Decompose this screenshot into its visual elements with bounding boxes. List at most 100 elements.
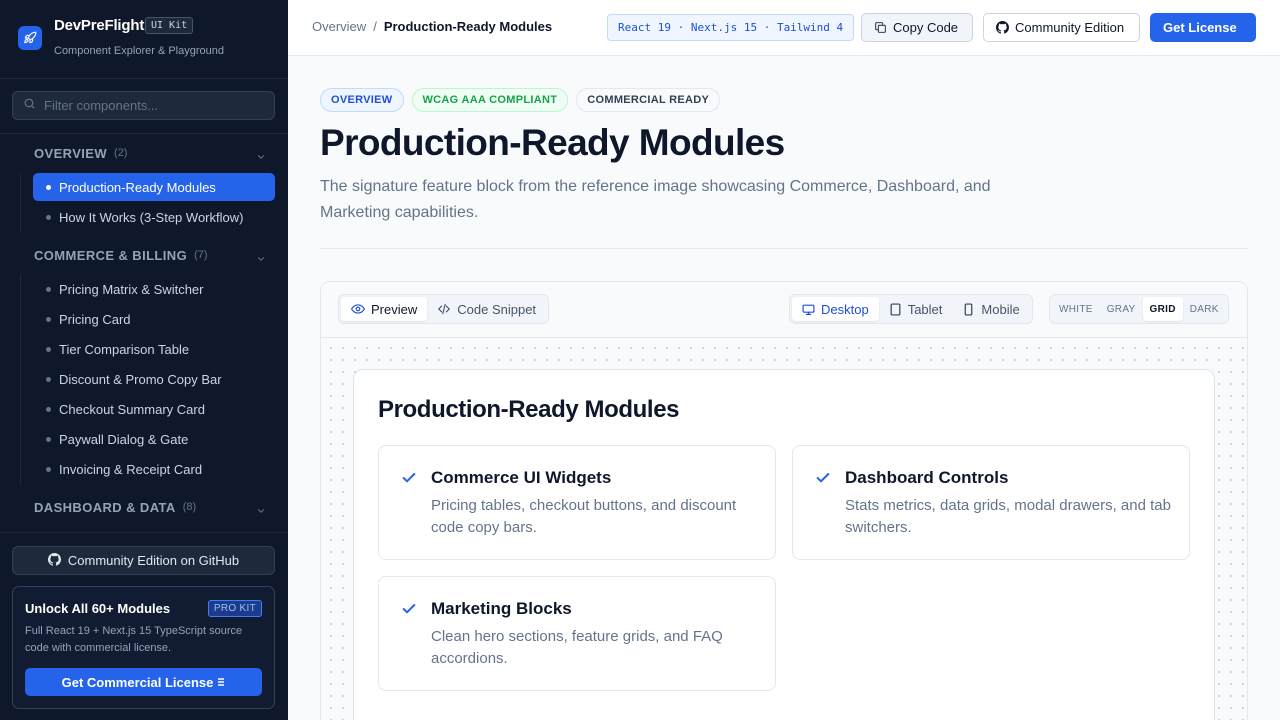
tab-preview[interactable]: Preview — [341, 297, 428, 321]
nav-item-invoicing-receipt[interactable]: Invoicing & Receipt Card — [33, 454, 275, 484]
tag-overview: OVERVIEW — [320, 88, 404, 112]
nav-item-label: Tier Comparison Table — [59, 341, 190, 357]
nav-section-header[interactable]: DASHBOARD & DATA (8) — [0, 488, 288, 526]
device-desktop-label: Desktop — [821, 301, 869, 317]
sidebar-footer: Community Edition on GitHub Unlock All 6… — [0, 532, 288, 720]
pro-description: Full React 19 + Next.js 15 TypeScript so… — [25, 625, 243, 654]
brand-subtitle: Component Explorer & Playground — [54, 45, 224, 57]
code-icon — [437, 302, 457, 316]
feature-title: Commerce UI Widgets — [431, 468, 612, 487]
feature-card-commerce: Commerce UI Widgets Pricing tables, chec… — [378, 445, 776, 560]
check-icon — [401, 470, 417, 491]
nav-item-label: Production-Ready Modules — [59, 179, 216, 195]
nav-item-production-ready-modules[interactable]: Production-Ready Modules — [33, 173, 275, 201]
bullet-icon — [46, 316, 51, 322]
tag-wcag: WCAG AAA COMPLIANT — [411, 88, 569, 112]
device-mobile[interactable]: Mobile — [952, 297, 1029, 321]
filter-box[interactable] — [12, 91, 275, 120]
bullet-icon — [46, 436, 51, 442]
brand-name: DevPreFlight — [54, 17, 145, 34]
filter-area — [0, 79, 288, 134]
nav-list: Pricing Matrix & Switcher Pricing Card T… — [20, 274, 288, 484]
get-license-label: Get License — [1163, 20, 1237, 35]
feature-title: Marketing Blocks — [431, 599, 572, 618]
nav-section-count: (7) — [194, 249, 208, 261]
device-desktop[interactable]: Desktop — [792, 297, 879, 321]
device-tablet[interactable]: Tablet — [879, 297, 953, 321]
nav-item-label: Paywall Dialog & Gate — [59, 431, 189, 447]
nav-item-tier-comparison[interactable]: Tier Comparison Table — [33, 334, 275, 364]
github-community-button[interactable]: Community Edition on GitHub — [12, 546, 275, 575]
community-edition-button[interactable]: Community Edition — [983, 13, 1140, 42]
preview-frame: Production-Ready Modules Commerce UI Wid… — [353, 369, 1215, 720]
tag-commercial: COMMERCIAL READY — [576, 88, 721, 112]
bg-white[interactable]: WHITE — [1052, 297, 1100, 321]
get-license-button[interactable]: Get License — [1150, 13, 1256, 42]
github-button-label: Community Edition on GitHub — [67, 553, 240, 568]
page-description: The signature feature block from the ref… — [320, 178, 991, 221]
nav-item-pricing-card[interactable]: Pricing Card — [33, 304, 275, 334]
bg-gray[interactable]: GRAY — [1100, 297, 1143, 321]
bullet-icon — [46, 286, 51, 292]
github-icon — [47, 552, 68, 569]
nav-section-header[interactable]: COMMERCE & BILLING (7) — [0, 236, 288, 274]
nav-item-label: Invoicing & Receipt Card — [59, 461, 203, 477]
nav-section-title: OVERVIEW — [34, 145, 108, 161]
bullet-icon — [46, 466, 51, 472]
feature-description: Pricing tables, checkout buttons, and di… — [431, 497, 737, 536]
search-icon — [23, 97, 36, 115]
tab-preview-label: Preview — [371, 301, 418, 317]
bg-dark[interactable]: DARK — [1183, 297, 1226, 321]
copy-code-label: Copy Code — [893, 20, 959, 35]
feature-title: Dashboard Controls — [845, 468, 1009, 487]
page-title: Production-Ready Modules — [320, 122, 785, 163]
feature-card-dashboard: Dashboard Controls Stats metrics, data g… — [792, 445, 1190, 560]
copy-code-button[interactable]: Copy Code — [861, 13, 973, 42]
bullet-icon — [46, 406, 51, 412]
nav-section-header[interactable]: OVERVIEW (2) — [0, 134, 288, 172]
breadcrumb-root[interactable]: Overview — [312, 19, 366, 34]
topbar: Overview / Production-Ready Modules Reac… — [288, 0, 1280, 56]
nav-item-how-it-works[interactable]: How It Works (3-Step Workflow) — [33, 202, 275, 232]
pro-upsell-card: Unlock All 60+ Modules PRO KIT Full Reac… — [12, 586, 275, 709]
sidebar: DevPreFlight UI Kit Component Explorer &… — [0, 0, 288, 720]
rocket-icon — [18, 26, 42, 50]
nav-item-checkout-summary[interactable]: Checkout Summary Card — [33, 394, 275, 424]
check-icon — [815, 470, 831, 491]
bg-grid[interactable]: GRID — [1142, 297, 1183, 321]
tab-code-snippet-label: Code Snippet — [457, 301, 537, 317]
tab-code-snippet[interactable]: Code Snippet — [427, 297, 546, 321]
breadcrumb: Overview / Production-Ready Modules — [312, 19, 552, 34]
nav-section-title: DASHBOARD & DATA — [34, 499, 176, 515]
nav-item-label: Checkout Summary Card — [59, 401, 205, 417]
pro-cta-label: Get Commercial License — [61, 674, 214, 690]
get-commercial-license-button[interactable]: Get Commercial License — [25, 668, 262, 696]
nav-section-dashboard: DASHBOARD & DATA (8) — [0, 488, 288, 526]
nav-section-count: (8) — [182, 501, 197, 513]
pro-badge: PRO KIT — [207, 600, 262, 617]
chevron-down-icon — [256, 503, 266, 521]
preview-toolbar: Preview Code Snippet Desktop Tablet Mobi… — [321, 282, 1247, 338]
mode-switcher: Preview Code Snippet — [338, 294, 550, 324]
chevron-down-icon — [256, 149, 266, 167]
page-tags: OVERVIEW WCAG AAA COMPLIANT COMMERCIAL R… — [320, 88, 728, 112]
brand-badge: UI Kit — [145, 17, 194, 34]
device-switcher: Desktop Tablet Mobile — [789, 294, 1033, 324]
community-edition-label: Community Edition — [1015, 20, 1125, 35]
nav-item-label: How It Works (3-Step Workflow) — [59, 209, 244, 225]
tablet-icon — [889, 302, 908, 316]
nav-section-commerce: COMMERCE & BILLING (7) Pricing Matrix & … — [0, 236, 288, 484]
filter-input[interactable] — [44, 98, 264, 113]
nav-item-label: Pricing Card — [59, 311, 131, 327]
nav-item-pricing-matrix[interactable]: Pricing Matrix & Switcher — [33, 274, 275, 304]
chevron-down-icon — [256, 251, 266, 269]
device-mobile-label: Mobile — [981, 301, 1020, 317]
nav-item-paywall-dialog[interactable]: Paywall Dialog & Gate — [33, 424, 275, 454]
nav-item-discount-promo[interactable]: Discount & Promo Copy Bar — [33, 364, 275, 394]
nav-item-label: Discount & Promo Copy Bar — [59, 371, 222, 387]
component-nav: OVERVIEW (2) Production-Ready Modules Ho… — [0, 134, 288, 532]
breadcrumb-current: Production-Ready Modules — [383, 19, 553, 34]
divider — [320, 248, 1248, 249]
preview-canvas: Production-Ready Modules Commerce UI Wid… — [321, 338, 1247, 720]
copy-icon — [874, 21, 893, 34]
